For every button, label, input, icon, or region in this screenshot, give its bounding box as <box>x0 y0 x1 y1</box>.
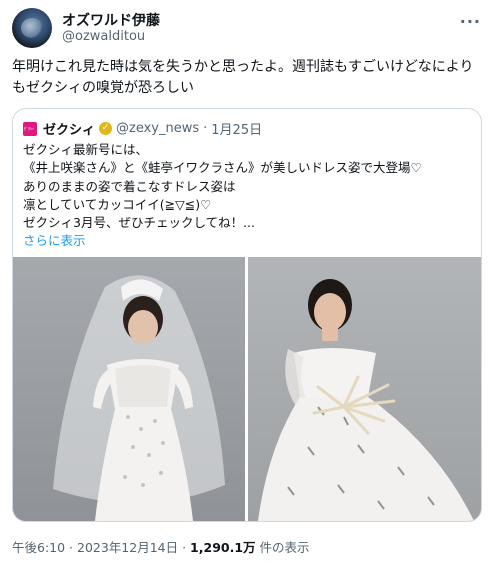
bride-bouquet-illustration <box>248 257 481 521</box>
quoted-author-name[interactable]: ゼクシィ <box>43 123 95 138</box>
quoted-text-line: 《井上咲楽さん》と《蛙亭イワクラさん》が美しいドレス姿で大登場♡ <box>23 160 422 176</box>
author-name[interactable]: オズワルド伊藤 <box>62 10 160 30</box>
author-avatar[interactable] <box>12 8 52 48</box>
bride-veil-illustration <box>13 257 245 521</box>
quoted-text-line: ゼクシィ最新号には、 <box>23 142 149 157</box>
author-handle[interactable]: @ozwalditou <box>62 29 145 44</box>
view-count: 1,290.1万 <box>190 540 256 555</box>
quoted-date[interactable]: 1月25日 <box>211 123 262 138</box>
tweet-timestamp: 午後6:10 · 2023年12月14日 · 1,290.1万 件の表示 <box>12 537 310 556</box>
timestamp-text[interactable]: 午後6:10 · 2023年12月14日 · <box>12 540 190 555</box>
show-more-link[interactable]: さらに表示 <box>23 232 473 250</box>
quoted-text-line: ありのままの姿で着こなすドレス姿は <box>23 178 236 194</box>
more-horizontal-icon[interactable]: ··· <box>460 12 481 31</box>
quoted-avatar[interactable] <box>23 121 37 136</box>
photo-bride-bouquet[interactable] <box>248 257 481 521</box>
verified-badge-icon: ✓ <box>99 122 113 135</box>
quoted-author-handle[interactable]: @zexy_news <box>116 121 199 136</box>
tweet-header: オズワルド伊藤 @ozwalditou ··· <box>12 8 483 48</box>
quoted-text-line: 凛としていてカッコイイ(≧▽≦)♡ <box>23 196 212 212</box>
quoted-text-line: ゼクシィ3月号、ぜひチェックしてね！... <box>23 215 255 231</box>
quoted-media <box>13 257 481 521</box>
view-count-label: 件の表示 <box>255 540 310 555</box>
quoted-header: ゼクシィ✓@zexy_news·1月25日 <box>23 119 262 138</box>
quoted-tweet[interactable]: ゼクシィ✓@zexy_news·1月25日 ゼクシィ最新号には、 《井上咲楽さん… <box>12 108 482 522</box>
photo-bride-veil[interactable] <box>13 257 245 521</box>
tweet-text: 年明けこれ見た時は気を失うかと思ったよ。週刊誌もすごいけどなによりもゼクシィの嗅… <box>12 59 474 96</box>
quoted-text: ゼクシィ最新号には、 《井上咲楽さん》と《蛙亭イワクラさん》が美しいドレス姿で大… <box>23 141 473 251</box>
